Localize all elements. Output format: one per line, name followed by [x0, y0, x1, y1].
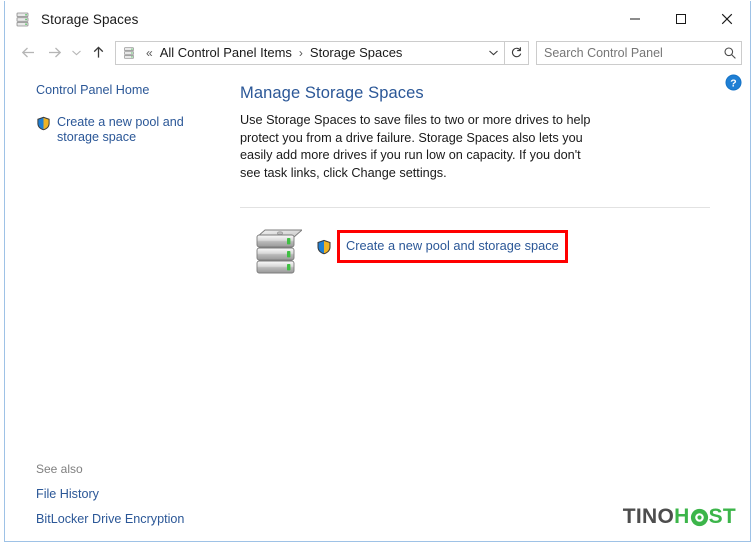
up-arrow-icon[interactable]	[85, 40, 111, 66]
see-also-link-bitlocker-drive-encryption[interactable]: BitLocker Drive Encryption	[36, 512, 236, 526]
content-divider	[240, 207, 710, 208]
sidebar: Control Panel Home Create a new pool and…	[5, 68, 231, 541]
sidebar-item-create-pool[interactable]: Create a new pool and storage space	[36, 115, 217, 146]
breadcrumb-all-control-panel-items[interactable]: All Control Panel Items	[158, 45, 294, 60]
search-icon[interactable]	[719, 46, 741, 60]
search-input[interactable]	[537, 45, 719, 60]
create-pool-and-storage-space-link[interactable]: Create a new pool and storage space	[346, 238, 559, 253]
highlight-box: Create a new pool and storage space	[337, 230, 568, 263]
task-row: Create a new pool and storage space	[240, 221, 728, 279]
see-also-section: See also File History BitLocker Drive En…	[36, 462, 236, 526]
task-link-wrap: Create a new pool and storage space	[316, 230, 568, 263]
watermark-globe-o-icon	[690, 508, 709, 527]
breadcrumb-overflow[interactable]: «	[141, 46, 158, 60]
title-bar: Storage Spaces	[5, 1, 750, 37]
watermark-st: ST	[708, 505, 736, 528]
watermark-h: H	[674, 505, 690, 528]
sidebar-item-control-panel-home[interactable]: Control Panel Home	[36, 83, 217, 99]
page-title: Manage Storage Spaces	[240, 84, 424, 102]
maximize-button[interactable]	[658, 1, 704, 37]
storage-drive-icon	[13, 10, 31, 28]
back-arrow-icon[interactable]	[15, 40, 41, 66]
forward-arrow-icon[interactable]	[41, 40, 67, 66]
uac-shield-icon	[316, 239, 332, 255]
content-pane: Manage Storage Spaces Use Storage Spaces…	[231, 68, 750, 541]
breadcrumb-storage-spaces[interactable]: Storage Spaces	[308, 45, 405, 60]
window-body: ? Control Panel Home Create a new pool a…	[5, 68, 750, 541]
window-controls	[612, 1, 750, 37]
window-title: Storage Spaces	[41, 11, 139, 27]
storage-spaces-window: Storage Spaces « All Control Panel Items…	[4, 1, 751, 542]
navigation-bar: « All Control Panel Items › Storage Spac…	[5, 37, 750, 68]
drive-stack-icon	[254, 221, 303, 279]
breadcrumb-separator: ›	[298, 45, 303, 60]
tinohost-watermark: TINO H ST	[623, 505, 736, 529]
uac-shield-icon	[36, 116, 51, 131]
watermark-tino: TINO	[622, 505, 675, 528]
refresh-icon[interactable]	[505, 40, 529, 65]
sidebar-item-create-pool-label[interactable]: Create a new pool and storage space	[57, 115, 217, 146]
page-description: Use Storage Spaces to save files to two …	[240, 113, 591, 180]
close-button[interactable]	[704, 1, 750, 37]
chevron-down-icon[interactable]	[482, 42, 504, 64]
search-box[interactable]	[536, 40, 742, 65]
storage-drive-icon	[121, 45, 137, 61]
recent-locations-chevron-icon[interactable]	[67, 40, 85, 66]
see-also-link-file-history[interactable]: File History	[36, 487, 236, 501]
see-also-label: See also	[36, 462, 83, 476]
minimize-button[interactable]	[612, 1, 658, 37]
address-bar[interactable]: « All Control Panel Items › Storage Spac…	[115, 40, 505, 65]
